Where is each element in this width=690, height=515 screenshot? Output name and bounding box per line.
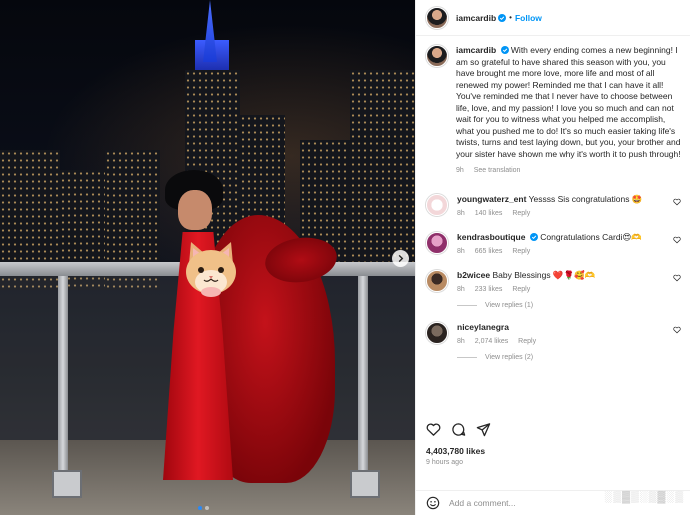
author-avatar[interactable]: [426, 6, 448, 29]
comment-username[interactable]: b2wicee: [457, 270, 490, 280]
comment-likes[interactable]: 233 likes: [475, 286, 503, 293]
comments-scroll[interactable]: iamcardib With every ending comes a new …: [416, 36, 690, 414]
chevron-right-icon: [398, 254, 404, 263]
watermark: ░▒▓▒░▒▓░▒: [604, 491, 684, 503]
railing-post: [358, 276, 368, 476]
verified-badge-icon: [529, 232, 538, 241]
comment-input[interactable]: Add a comment...: [449, 498, 516, 508]
comment-text: Baby Blessings ❤️🌹🥰🫶: [492, 269, 596, 280]
see-translation-link[interactable]: See translation: [474, 167, 521, 174]
view-replies-label: View replies (1): [485, 301, 534, 309]
head: [178, 190, 212, 230]
follow-button[interactable]: Follow: [515, 13, 542, 23]
carousel-dot: [205, 506, 209, 510]
carousel-dots: [198, 506, 209, 510]
comment-icon[interactable]: [451, 422, 466, 437]
comment-age: 8h: [457, 285, 465, 293]
post-photo: [0, 0, 415, 515]
heart-icon[interactable]: [673, 326, 681, 334]
author-avatar[interactable]: [426, 45, 448, 67]
action-icons: [426, 418, 681, 440]
comment-username[interactable]: kendrasboutique: [457, 232, 525, 242]
heart-icon[interactable]: [673, 236, 681, 244]
reply-button[interactable]: Reply: [518, 338, 536, 345]
comment: kendrasboutique Congratulations Cardi😍🫶 …: [416, 231, 690, 255]
post-side-panel: iamcardib • Follow iamcardib With every …: [415, 0, 690, 515]
post-timestamp: 9 hours ago: [426, 459, 463, 466]
view-replies-label: View replies (2): [485, 353, 534, 361]
post-actions: 4,403,780 likes 9 hours ago: [416, 418, 690, 466]
next-photo-button[interactable]: [392, 250, 409, 267]
replies-divider: [457, 356, 477, 358]
comment-text: Yessss Sis congratulations 🤩: [528, 193, 643, 204]
comment-username[interactable]: youngwaterz_ent: [457, 194, 526, 204]
commenter-avatar[interactable]: [426, 321, 448, 344]
heart-icon[interactable]: [673, 274, 681, 282]
post-header: iamcardib • Follow: [416, 0, 690, 36]
commenter-avatar[interactable]: [426, 269, 448, 292]
caption-age: 9h: [456, 167, 464, 174]
comment-username[interactable]: niceylanegra: [457, 322, 509, 332]
railing-bracket: [350, 470, 380, 498]
comment: niceylanegra 8h 2,074 likes Reply View r…: [416, 321, 690, 361]
heart-icon[interactable]: [673, 198, 681, 206]
caption-text: With every ending comes a new beginning!…: [456, 45, 681, 159]
share-icon[interactable]: [476, 422, 491, 437]
emoji-icon[interactable]: [426, 496, 440, 510]
likes-count[interactable]: 4,403,780 likes: [426, 446, 681, 456]
comment-age: 8h: [457, 337, 465, 345]
verified-badge-icon: [500, 46, 509, 54]
view-replies-button[interactable]: View replies (2): [457, 354, 657, 361]
comment-age: 8h: [457, 247, 465, 255]
commenter-avatar[interactable]: [426, 231, 448, 254]
comment-age: 8h: [457, 209, 465, 217]
comment-likes[interactable]: 665 likes: [475, 248, 503, 255]
building: [350, 70, 415, 270]
comment: youngwaterz_ent Yessss Sis congratulatio…: [416, 193, 690, 217]
railing-bracket: [52, 470, 82, 498]
comment-likes[interactable]: 2,074 likes: [475, 338, 508, 345]
comment-text: Congratulations Cardi😍🫶: [540, 231, 642, 242]
author-username[interactable]: iamcardib: [456, 13, 496, 23]
cat-face-sticker-icon: [186, 242, 236, 297]
reply-button[interactable]: Reply: [512, 210, 530, 217]
reply-button[interactable]: Reply: [512, 248, 530, 255]
railing-post: [58, 276, 68, 476]
comment: b2wicee Baby Blessings ❤️🌹🥰🫶 8h 233 like…: [416, 269, 690, 309]
post-caption: iamcardib With every ending comes a new …: [416, 36, 690, 177]
commenter-avatar[interactable]: [426, 193, 448, 216]
caption-username[interactable]: iamcardib: [456, 45, 496, 55]
verified-badge-icon: [498, 13, 507, 22]
replies-divider: [457, 304, 477, 306]
heart-icon[interactable]: [426, 422, 441, 437]
view-replies-button[interactable]: View replies (1): [457, 302, 657, 309]
comment-likes[interactable]: 140 likes: [475, 210, 503, 217]
carousel-dot-active: [198, 506, 202, 510]
reply-button[interactable]: Reply: [512, 286, 530, 293]
separator-dot: •: [509, 13, 512, 22]
